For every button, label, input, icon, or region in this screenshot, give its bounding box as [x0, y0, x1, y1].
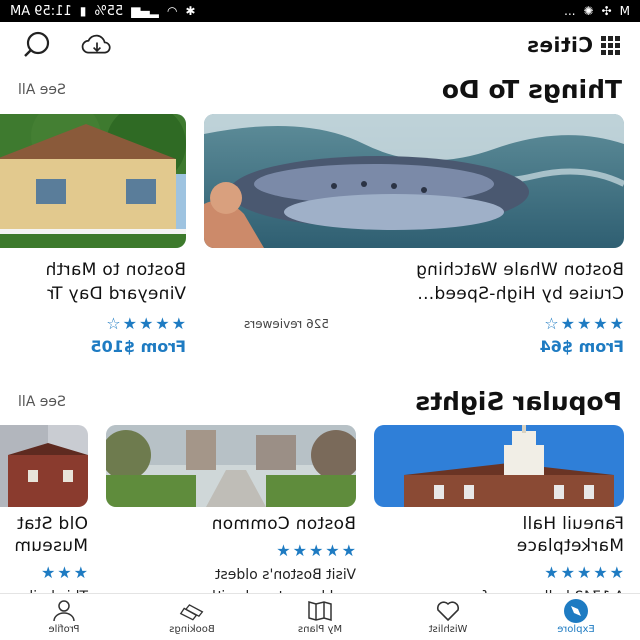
section-title: Things To Do: [441, 75, 622, 104]
card-title: Boston Whale Watching: [415, 260, 624, 280]
card-title: Old Stat: [16, 514, 88, 534]
nav-label: Profile: [48, 623, 80, 635]
download-button[interactable]: [80, 28, 114, 62]
see-all-link[interactable]: See All: [18, 82, 66, 98]
review-count: 526 reviewers: [244, 316, 329, 331]
bluetooth-icon: ✱: [185, 4, 196, 18]
signal-icon: ▂▄▆: [131, 4, 159, 18]
nav-profile[interactable]: Profile: [9, 599, 119, 635]
card-title: Boston Common: [211, 514, 356, 534]
nav-bookings[interactable]: Bookings: [137, 600, 247, 635]
app-screen: M ✣ ✺ ... ✱ ◠ ▂▄▆ 55% ▮ 11:59 AM Cities: [0, 0, 640, 640]
card-title: Faneuil Hall: [522, 514, 624, 534]
nav-label: Wishlist: [428, 623, 468, 635]
see-all-link[interactable]: See All: [18, 394, 66, 410]
rating-stars: ★★★★☆: [542, 314, 624, 333]
card-title-line2: Vineyard Day Tr: [47, 284, 186, 304]
whale-photo: [204, 114, 624, 248]
map-icon: [308, 600, 332, 621]
fan-icon: ✣: [601, 4, 612, 18]
rating-stars: ★★★★★: [274, 541, 356, 560]
bottom-navigation: Explore Wishlist My Plans Bookings Profi…: [0, 593, 640, 640]
card-title-line2: Marketplace: [516, 536, 624, 556]
things-to-do-header: Things To Do See All: [0, 75, 640, 104]
person-icon: [53, 599, 75, 621]
price: From $105: [90, 337, 186, 356]
card-title: Boston to Marth: [45, 260, 186, 280]
tickets-icon: [179, 603, 204, 620]
nav-explore[interactable]: Explore: [521, 598, 631, 635]
sight-card[interactable]: Old Stat Museum ★★★ This buil: [0, 425, 88, 608]
nav-label: Bookings: [169, 623, 215, 635]
nav-label: My Plans: [297, 623, 343, 635]
brand: Cities: [527, 33, 620, 57]
card-title-line2: Museum: [14, 536, 88, 556]
search-button[interactable]: [20, 28, 54, 62]
boston-common-photo: [106, 425, 356, 507]
old-state-house-photo: [0, 425, 88, 507]
cloud-download-icon: [81, 34, 111, 54]
status-bar: M ✣ ✺ ... ✱ ◠ ▂▄▆ 55% ▮ 11:59 AM: [0, 0, 640, 22]
sight-card[interactable]: Faneuil Hall Marketplace ★★★★★ A 1742 ha…: [374, 425, 624, 608]
heart-icon: [436, 600, 460, 621]
popular-sights-list[interactable]: Faneuil Hall Marketplace ★★★★★ A 1742 ha…: [0, 425, 640, 608]
things-to-do-list[interactable]: Boston Whale Watching Cruise by High-Spe…: [0, 114, 640, 356]
faneuil-hall-photo: [374, 425, 624, 507]
sight-card[interactable]: Boston Common ★★★★★ Visit Boston's oldes…: [106, 425, 356, 608]
clock: 11:59 AM: [10, 3, 72, 19]
card-meta: ★★★★☆ 526 reviewers: [204, 314, 624, 333]
compass-icon: [564, 598, 588, 623]
battery-icon: ▮: [79, 4, 87, 18]
app-title: Cities: [526, 33, 593, 57]
activity-card[interactable]: Boston to Marth Vineyard Day Tr ★★★★☆ Fr…: [0, 114, 186, 356]
price: From $64: [539, 337, 624, 356]
cities-menu-icon[interactable]: [601, 35, 620, 55]
rating-stars: ★★★: [38, 563, 88, 582]
activity-card[interactable]: Boston Whale Watching Cruise by High-Spe…: [204, 114, 624, 356]
card-title-line2: Cruise by High-Speed...: [417, 284, 624, 304]
nav-label: Explore: [557, 623, 595, 635]
description: Visit Boston's oldest: [214, 567, 356, 583]
nav-my-plans[interactable]: My Plans: [265, 600, 375, 635]
app-bar: Cities: [0, 22, 640, 68]
rating-stars: ★★★★☆: [104, 314, 186, 333]
card-meta: ★★★★☆: [0, 314, 186, 333]
battery-percent: 55%: [94, 3, 124, 19]
nav-wishlist[interactable]: Wishlist: [393, 600, 503, 635]
section-title: Popular Sights: [415, 387, 622, 416]
settings-icon: ✺: [583, 4, 594, 18]
wifi-icon: ◠: [166, 4, 178, 18]
popular-sights-header: Popular Sights See All: [0, 387, 640, 416]
cottage-photo: [0, 114, 186, 248]
overflow-dots: ...: [564, 4, 576, 18]
rating-stars: ★★★★★: [542, 563, 624, 582]
mail-icon: M: [619, 4, 630, 18]
search-icon: [24, 31, 50, 57]
